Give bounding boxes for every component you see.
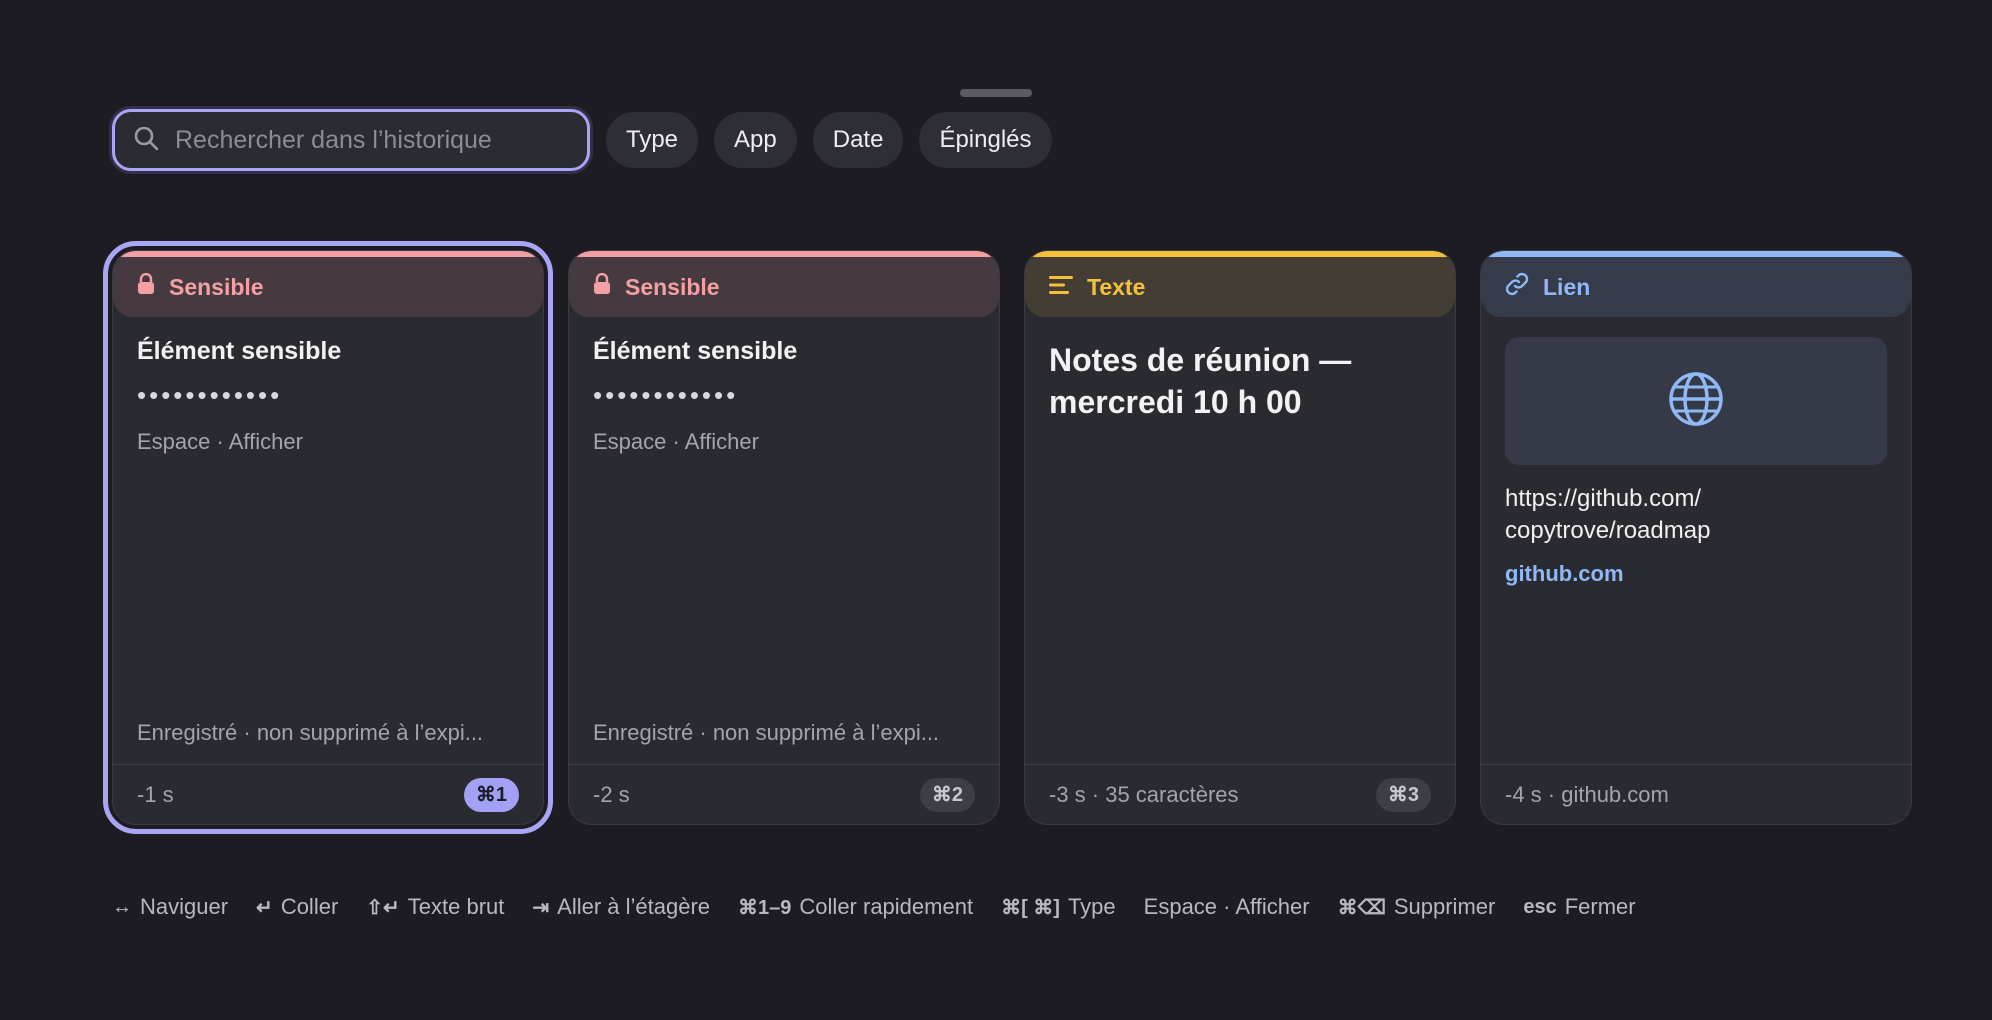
shortcut-label: Texte brut (407, 894, 505, 919)
clipboard-cards: Sensible Élément sensible •••••••••••• E… (103, 241, 1912, 834)
card-body: Notes de réunion — mercredi 10 h 00 (1049, 337, 1431, 423)
shortcut-label: Coller rapidement (799, 894, 974, 919)
tab-icon: ⇥ (532, 896, 550, 919)
text-lines-icon (1049, 274, 1073, 301)
card-header: Sensible (569, 257, 999, 317)
card-body: Élément sensible •••••••••••• Espace · A… (593, 337, 975, 455)
card-header: Texte (1025, 257, 1455, 317)
card-type-label: Texte (1087, 273, 1146, 300)
card-type-label: Sensible (169, 273, 264, 300)
shift-return-icon: ⇧↵ (366, 896, 400, 919)
card-age: -2 s (593, 781, 630, 807)
shortcut-bar: ↔ Naviguer ↵ Coller ⇧↵ Texte brut ⇥ Aller à … (112, 892, 1664, 922)
card-age: -4 s · github.com (1505, 781, 1669, 807)
shortcut-key: esc (1523, 895, 1557, 918)
card-header: Sensible (113, 257, 543, 317)
masked-content: •••••••••••• (593, 380, 739, 410)
shortcut-label: Coller (280, 894, 339, 919)
globe-icon (1668, 371, 1724, 432)
shortcut-hint: ⌘[ ⌘] Type (1001, 894, 1116, 920)
card-type-label: Lien (1543, 273, 1591, 300)
card-age: -3 s · 35 caractères (1049, 781, 1239, 807)
shortcut-label: Fermer (1564, 894, 1636, 919)
shortcut-hint: esc Fermer (1523, 894, 1635, 920)
card-footer: -1 s ⌘1 (113, 764, 543, 824)
lock-icon (593, 272, 611, 301)
shortcut-label: Naviguer (140, 894, 229, 919)
saved-note: Enregistré · non supprimé à l’expi... (593, 720, 940, 745)
card-footer: -4 s · github.com (1481, 764, 1911, 824)
card-title: Élément sensible (137, 337, 342, 365)
filter-app[interactable]: App (714, 112, 797, 168)
arrows-icon: ↔ (112, 895, 132, 918)
shortcut-badge: ⌘3 (1375, 777, 1431, 812)
search-icon (133, 125, 159, 156)
filter-type[interactable]: Type (606, 112, 699, 168)
card-footer: -2 s ⌘2 (569, 764, 999, 824)
clip-card-sensitive-2[interactable]: Sensible Élément sensible •••••••••••• E… (568, 250, 1000, 825)
drag-handle[interactable] (960, 89, 1032, 97)
search-box[interactable] (112, 109, 590, 171)
card-age: -1 s (137, 781, 174, 807)
shortcut-key: ⌘1–9 (738, 896, 792, 919)
shortcut-hint: ⇧↵ Texte brut (366, 894, 504, 920)
clip-card-sensitive-1[interactable]: Sensible Élément sensible •••••••••••• E… (103, 241, 553, 834)
delete-icon: ⌘⌫ (1337, 896, 1386, 919)
clip-card-text[interactable]: Texte Notes de réunion — mercredi 10 h 0… (1024, 250, 1456, 825)
shortcut-badge: ⌘1 (463, 777, 519, 812)
shortcut-label: Aller à l’étagère (557, 894, 711, 919)
shortcut-label: Espace · Afficher (1143, 894, 1310, 919)
card-title: Notes de réunion — mercredi 10 h 00 (1049, 342, 1352, 420)
shortcut-hint: ⌘⌫ Supprimer (1338, 894, 1496, 920)
link-url: https://github.com/ copytrove/roadmap (1505, 485, 1711, 544)
clip-card-link[interactable]: Lien https://github.com/ copytrove/roadm… (1480, 250, 1912, 825)
reveal-hint: Espace · Afficher (137, 429, 303, 454)
shortcut-badge: ⌘2 (919, 777, 975, 812)
masked-content: •••••••••••• (137, 380, 283, 410)
saved-note: Enregistré · non supprimé à l’expi... (137, 720, 484, 745)
card-body: Élément sensible •••••••••••• Espace · A… (137, 337, 519, 455)
shortcut-hint: ⌘1–9 Coller rapidement (738, 894, 973, 920)
toolbar: Type App Date Épinglés (112, 109, 1052, 171)
filter-pinned[interactable]: Épinglés (919, 112, 1052, 168)
shortcut-label: Type (1067, 894, 1116, 919)
shortcut-key: ⌘[ ⌘] (1001, 896, 1060, 919)
shortcut-hint: ↵ Coller (256, 894, 338, 920)
shortcut-hint: ↔ Naviguer (112, 894, 228, 920)
shortcut-label: Supprimer (1393, 894, 1496, 919)
search-input[interactable] (173, 124, 569, 156)
filter-date[interactable]: Date (812, 112, 904, 168)
lock-icon (137, 272, 155, 301)
return-icon: ↵ (256, 896, 273, 919)
card-body: https://github.com/ copytrove/roadmap gi… (1505, 337, 1887, 587)
link-preview (1505, 337, 1887, 465)
link-domain: github.com (1505, 561, 1624, 586)
card-title: Élément sensible (593, 337, 798, 365)
shortcut-hint: ⇥ Aller à l’étagère (532, 894, 710, 920)
reveal-hint: Espace · Afficher (593, 429, 759, 454)
shortcut-hint: Espace · Afficher (1144, 894, 1310, 920)
card-type-label: Sensible (625, 273, 720, 300)
card-header: Lien (1481, 257, 1911, 317)
card-footer: -3 s · 35 caractères ⌘3 (1025, 764, 1455, 824)
link-icon (1505, 272, 1529, 302)
